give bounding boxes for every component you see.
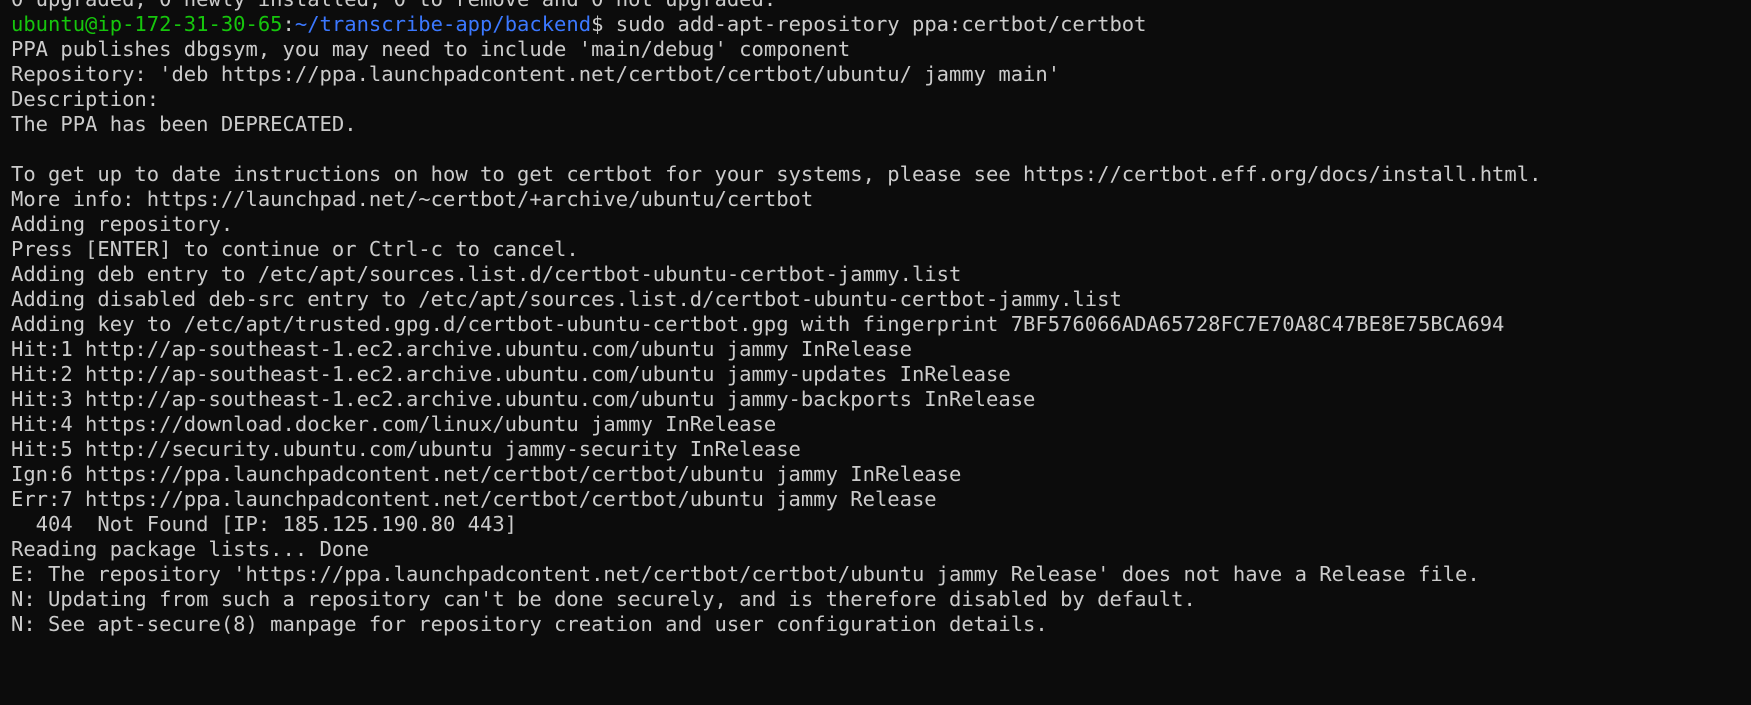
prompt-user-host: ubuntu@ip-172-31-30-65	[11, 12, 283, 36]
output-line: Hit:4 https://download.docker.com/linux/…	[11, 412, 777, 436]
output-line: N: See apt-secure(8) manpage for reposit…	[11, 612, 1048, 636]
output-line: Hit:3 http://ap-southeast-1.ec2.archive.…	[11, 387, 1036, 411]
output-line: Hit:2 http://ap-southeast-1.ec2.archive.…	[11, 362, 1011, 386]
prompt-command: sudo add-apt-repository ppa:certbot/cert…	[603, 12, 1147, 36]
output-line: Description:	[11, 87, 160, 111]
terminal-window[interactable]: 0 upgraded, 0 newly installed, 0 to remo…	[0, 0, 1751, 705]
output-line: N: Updating from such a repository can't…	[11, 587, 1196, 611]
prompt-separator: :	[282, 12, 295, 36]
output-line: 404 Not Found [IP: 185.125.190.80 443]	[11, 512, 518, 536]
output-line: More info: https://launchpad.net/~certbo…	[11, 187, 814, 211]
terminal-scrollback: 0 upgraded, 0 newly installed, 0 to remo…	[11, 0, 1751, 637]
output-line: Repository: 'deb https://ppa.launchpadco…	[11, 62, 1061, 86]
output-line: To get up to date instructions on how to…	[11, 162, 1542, 186]
output-line: Adding key to /etc/apt/trusted.gpg.d/cer…	[11, 312, 1505, 336]
output-line: PPA publishes dbgsym, you may need to in…	[11, 37, 851, 61]
terminal-partial-line: 0 upgraded, 0 newly installed, 0 to remo…	[11, 0, 1751, 12]
output-line: Adding deb entry to /etc/apt/sources.lis…	[11, 262, 962, 286]
prompt-line: ubuntu@ip-172-31-30-65:~/transcribe-app/…	[11, 12, 1751, 37]
output-line: Reading package lists... Done	[11, 537, 369, 561]
output-line: The PPA has been DEPRECATED.	[11, 112, 357, 136]
prompt-path: ~/transcribe-app/backend	[294, 12, 592, 36]
output-line: Press [ENTER] to continue or Ctrl-c to c…	[11, 237, 579, 261]
output-line: Ign:6 https://ppa.launchpadcontent.net/c…	[11, 462, 962, 486]
output-line: Hit:1 http://ap-southeast-1.ec2.archive.…	[11, 337, 912, 361]
output-line: Adding repository.	[11, 212, 234, 236]
prompt-symbol: $	[591, 12, 604, 36]
output-line: E: The repository 'https://ppa.launchpad…	[11, 562, 1480, 586]
output-line: Err:7 https://ppa.launchpadcontent.net/c…	[11, 487, 937, 511]
output-line: Adding disabled deb-src entry to /etc/ap…	[11, 287, 1122, 311]
terminal-output: PPA publishes dbgsym, you may need to in…	[11, 37, 1751, 637]
output-line: Hit:5 http://security.ubuntu.com/ubuntu …	[11, 437, 801, 461]
